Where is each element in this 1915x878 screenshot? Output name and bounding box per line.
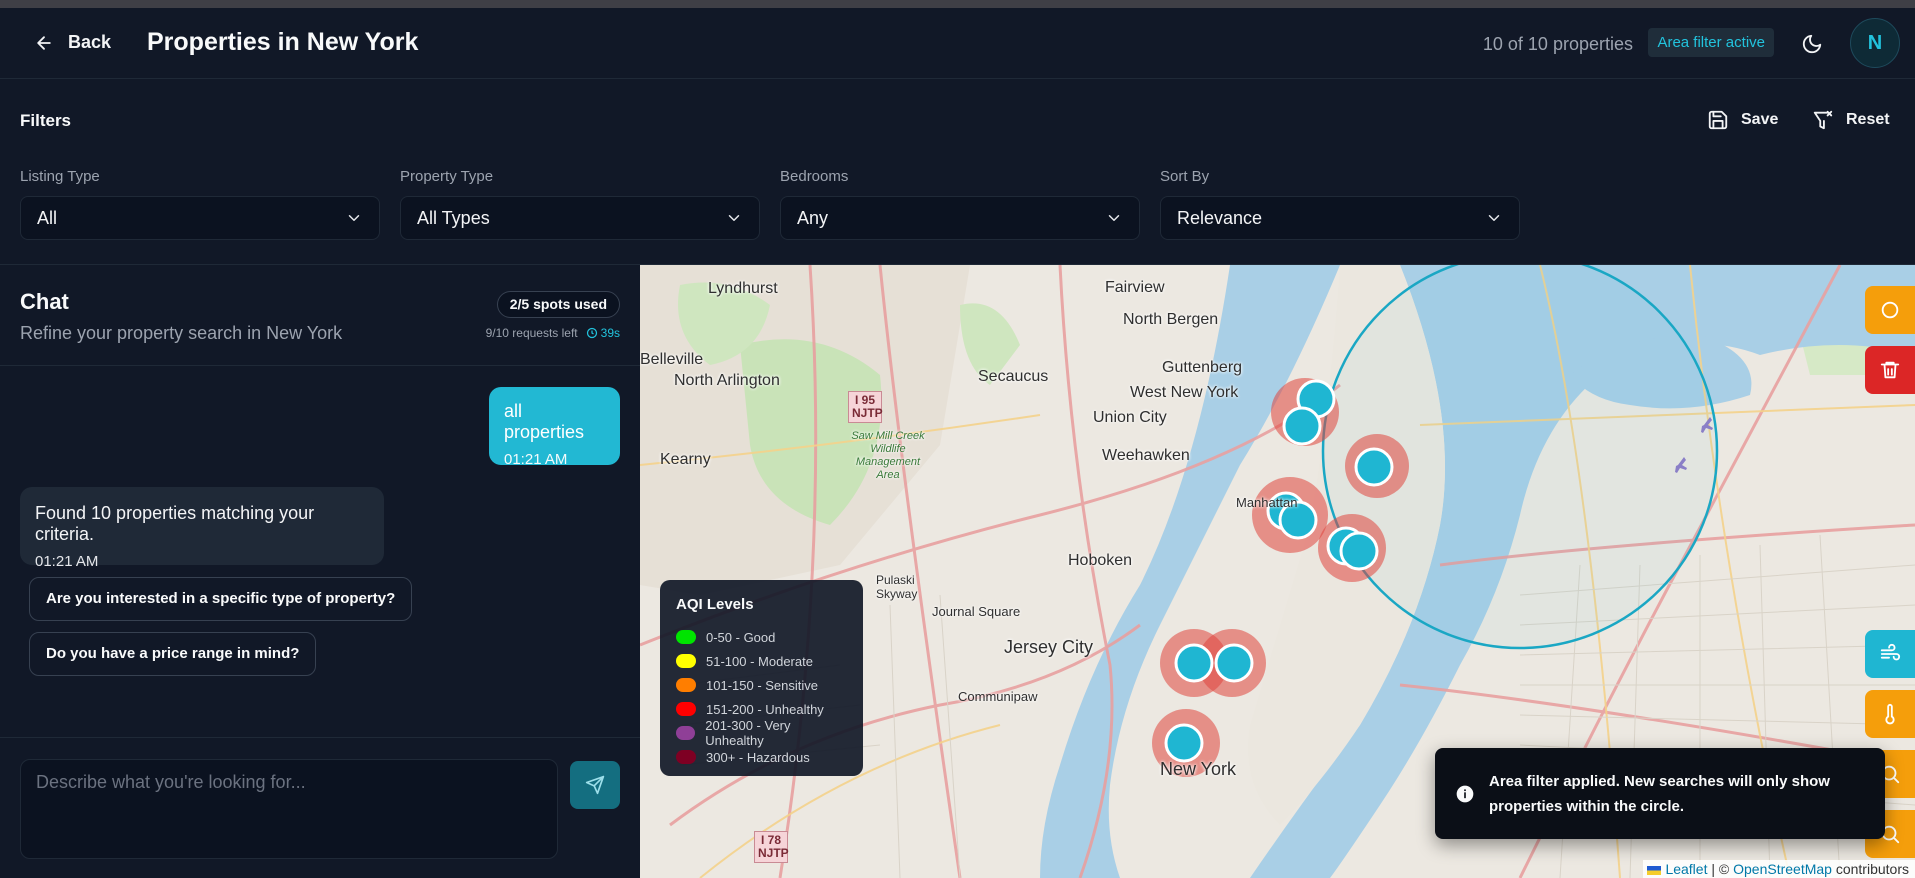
- chat-input[interactable]: [20, 759, 558, 859]
- map-label: North Arlington: [674, 372, 780, 389]
- info-icon: [1456, 785, 1474, 802]
- area-filter-badge: Area filter active: [1648, 28, 1774, 57]
- map-label: Pulaski Skyway: [876, 573, 918, 601]
- chat-subtitle: Refine your property search in New York: [20, 323, 343, 343]
- legend-item: 0-50 - Good: [676, 625, 847, 649]
- reset-button[interactable]: Reset: [1812, 109, 1890, 131]
- map-label: Belleville: [640, 351, 704, 368]
- user-message: all properties 01:21 AM: [489, 387, 620, 468]
- message-time: 01:21 AM: [504, 451, 568, 468]
- save-button[interactable]: Save: [1707, 109, 1778, 131]
- message-time: 01:21 AM: [35, 553, 99, 570]
- spots-used-badge: 2/5 spots used: [496, 291, 620, 318]
- aqi-legend: AQI Levels 0-50 - Good 51-100 - Moderate…: [660, 580, 863, 776]
- map-label: Fairview: [1105, 279, 1165, 296]
- thermometer-icon: [1885, 703, 1895, 725]
- chevron-down-icon: [348, 215, 360, 221]
- map-attribution: Leaflet | © OpenStreetMap contributors: [1643, 860, 1915, 878]
- map-label: Guttenberg: [1162, 359, 1243, 376]
- filter-label: Listing Type: [20, 168, 100, 185]
- map-label: Journal Square: [932, 604, 1021, 619]
- listing-type-filter: Listing Type All: [20, 168, 380, 240]
- chat-title: Chat: [20, 289, 69, 314]
- temperature-layer-button[interactable]: [1865, 690, 1915, 738]
- bedrooms-filter: Bedrooms Any: [780, 168, 1140, 240]
- map-label: Manhattan: [1236, 495, 1298, 510]
- filter-label: Sort By: [1160, 168, 1210, 185]
- toast-notification: Area filter applied. New searches will o…: [1435, 748, 1885, 839]
- map-label: West New York: [1130, 384, 1239, 401]
- filter-x-icon: [1813, 110, 1833, 130]
- legend-item: 51-100 - Moderate: [676, 649, 847, 673]
- browser-top-strip: [0, 0, 1915, 8]
- filters-panel: Filters Save Reset Listing Type All Prop…: [0, 79, 1915, 265]
- highway-shield: I 95 NJTP: [848, 391, 883, 423]
- assistant-message: Found 10 properties matching your criter…: [20, 487, 384, 570]
- map-label: Jersey City: [1004, 637, 1094, 657]
- sort-by-filter: Sort By Relevance: [1160, 168, 1520, 240]
- map-label: Saw Mill Creek Wildlife Management Area: [851, 430, 925, 481]
- property-type-filter: Property Type All Types: [400, 168, 760, 240]
- requests-info: 9/10 requests left 39s: [486, 326, 620, 340]
- results-count: 10 of 10 properties: [1482, 34, 1633, 54]
- map-label: New York: [1160, 759, 1237, 779]
- filter-label: Property Type: [400, 168, 494, 185]
- chat-input-area: [0, 737, 640, 878]
- ukraine-flag-icon: [1647, 865, 1662, 875]
- suggestion-chip[interactable]: Do you have a price range in mind?: [29, 632, 317, 676]
- legend-item: 101-150 - Sensitive: [676, 673, 847, 697]
- map-label: Weehawken: [1102, 447, 1190, 464]
- delete-area-button[interactable]: [1865, 346, 1915, 394]
- circle-icon: [1881, 301, 1899, 319]
- chat-header: Chat Refine your property search in New …: [0, 265, 640, 366]
- page-title: Properties in New York: [147, 28, 419, 56]
- leaflet-link[interactable]: Leaflet: [1665, 861, 1707, 877]
- chat-panel: Chat Refine your property search in New …: [0, 265, 640, 878]
- chevron-down-icon: [1488, 215, 1500, 221]
- legend-item: 201-300 - Very Unhealthy: [676, 718, 847, 748]
- send-button[interactable]: [570, 761, 620, 809]
- user-avatar[interactable]: N: [1850, 18, 1900, 68]
- map-label: Lyndhurst: [708, 280, 778, 297]
- chevron-down-icon: [1108, 215, 1120, 221]
- save-icon: [1708, 110, 1728, 130]
- osm-link[interactable]: OpenStreetMap: [1733, 861, 1832, 877]
- draw-circle-button[interactable]: [1865, 286, 1915, 334]
- toast-message: Area filter applied. New searches will o…: [1489, 772, 1830, 815]
- filter-label: Bedrooms: [780, 168, 849, 185]
- trash-icon: [1880, 361, 1900, 379]
- app-header: Back Properties in New York 10 of 10 pro…: [0, 8, 1915, 79]
- legend-title: AQI Levels: [676, 596, 754, 613]
- map-label: North Bergen: [1123, 311, 1219, 328]
- clock-icon: [586, 327, 597, 339]
- map-label: Hoboken: [1068, 552, 1133, 569]
- map-view[interactable]: Lyndhurst Fairview North Bergen Bellevil…: [640, 265, 1915, 878]
- wind-icon: [1880, 643, 1901, 661]
- chevron-down-icon: [728, 215, 740, 221]
- map-label: Kearny: [660, 451, 711, 468]
- send-icon: [585, 775, 605, 795]
- cooldown-timer: 39s: [586, 326, 620, 340]
- arrow-left-icon: [37, 35, 51, 50]
- property-type-select[interactable]: All Types: [400, 196, 760, 240]
- highway-shield: I 78 NJTP: [754, 831, 789, 863]
- legend-item: 300+ - Hazardous: [676, 745, 847, 769]
- filters-title: Filters: [20, 111, 72, 130]
- bedrooms-select[interactable]: Any: [780, 196, 1140, 240]
- back-label: Back: [68, 32, 112, 52]
- listing-type-select[interactable]: All: [20, 196, 380, 240]
- map-label: Union City: [1093, 409, 1167, 426]
- map-label: Secaucus: [978, 368, 1049, 385]
- wind-layer-button[interactable]: [1865, 630, 1915, 678]
- back-button[interactable]: Back: [34, 32, 111, 53]
- sort-by-select[interactable]: Relevance: [1160, 196, 1520, 240]
- suggestion-chip[interactable]: Are you interested in a specific type of…: [29, 577, 413, 621]
- map-label: Communipaw: [958, 689, 1038, 704]
- requests-left: 9/10 requests left: [485, 326, 578, 340]
- moon-icon[interactable]: [1801, 33, 1823, 55]
